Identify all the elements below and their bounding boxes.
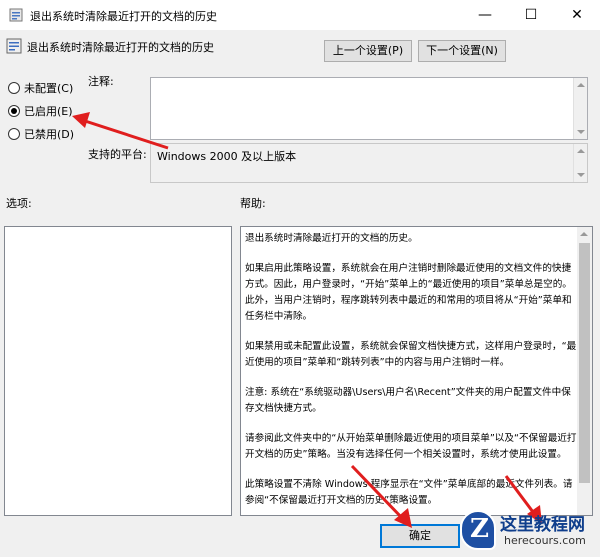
- platform-scrollbar[interactable]: [573, 144, 587, 182]
- radio-enabled-circle[interactable]: [8, 105, 20, 117]
- comment-textarea[interactable]: [150, 77, 588, 140]
- policy-app-icon: [9, 8, 23, 22]
- ok-button[interactable]: 确定: [380, 524, 460, 548]
- help-paragraph: 请参阅此文件夹中的“从开始菜单删除最近使用的项目菜单”以及“不保留最近打开文档的…: [245, 433, 577, 460]
- radio-enabled[interactable]: 已启用(E): [8, 103, 73, 119]
- logo-cn-text: 这里教程网: [500, 515, 585, 535]
- comment-label: 注释:: [88, 75, 114, 88]
- platform-value: Windows 2000 及以上版本: [157, 150, 297, 163]
- help-scrollbar[interactable]: [577, 227, 592, 515]
- help-paragraph: 如果禁用或未配置此设置，系统就会保留文档快捷方式，这样用户登录时，“最近使用的项…: [245, 341, 577, 368]
- help-paragraph: 如果启用此策略设置，系统就会在用户注销时删除最近使用的文档文件的快捷方式。因此，…: [245, 263, 572, 322]
- platform-field: Windows 2000 及以上版本: [150, 143, 588, 183]
- help-label: 帮助:: [240, 197, 266, 210]
- radio-enabled-label: 已启用(E): [24, 105, 73, 118]
- radio-disabled-label: 已禁用(D): [24, 128, 75, 141]
- logo-letter: Z: [470, 514, 489, 544]
- comment-scrollbar[interactable]: [573, 78, 587, 139]
- platform-label: 支持的平台:: [88, 148, 147, 161]
- scroll-up-icon[interactable]: [580, 232, 588, 236]
- options-panel: [4, 226, 232, 516]
- logo-badge-icon: Z: [460, 510, 496, 550]
- scroll-up-icon[interactable]: [577, 149, 585, 153]
- close-button[interactable]: ✕: [554, 0, 600, 30]
- help-paragraph: 退出系统时清除最近打开的文档的历史。: [245, 233, 418, 244]
- policy-title: 退出系统时清除最近打开的文档的历史: [27, 41, 214, 54]
- window-title: 退出系统时清除最近打开的文档的历史: [30, 10, 217, 23]
- options-label: 选项:: [6, 197, 32, 210]
- next-setting-button[interactable]: 下一个设置(N): [418, 40, 506, 62]
- help-panel: 退出系统时清除最近打开的文档的历史。 如果启用此策略设置，系统就会在用户注销时删…: [240, 226, 593, 516]
- previous-setting-button[interactable]: 上一个设置(P): [324, 40, 412, 62]
- watermark-logo: Z 这里教程网 herecours.com: [452, 506, 598, 554]
- help-scroll-thumb[interactable]: [579, 243, 590, 483]
- scroll-up-icon[interactable]: [577, 83, 585, 87]
- help-text: 退出系统时清除最近打开的文档的历史。 如果启用此策略设置，系统就会在用户注销时删…: [245, 231, 577, 515]
- logo-en-text: herecours.com: [504, 534, 586, 547]
- radio-disabled-circle[interactable]: [8, 128, 20, 140]
- title-bar: 退出系统时清除最近打开的文档的历史 — ☐ ✕: [0, 0, 600, 30]
- maximize-button[interactable]: ☐: [508, 0, 554, 30]
- radio-not-configured-circle[interactable]: [8, 82, 20, 94]
- scroll-down-icon[interactable]: [577, 173, 585, 177]
- radio-not-configured-label: 未配置(C): [24, 82, 74, 95]
- help-paragraph: 此策略设置不清除 Windows 程序显示在“文件”菜单底部的最近文件列表。请参…: [245, 479, 573, 506]
- scroll-down-icon[interactable]: [577, 130, 585, 134]
- help-paragraph: 注意: 系统在“系统驱动器\Users\用户名\Recent”文件夹的用户配置文…: [245, 387, 571, 414]
- radio-disabled[interactable]: 已禁用(D): [8, 126, 74, 142]
- minimize-button[interactable]: —: [462, 0, 508, 30]
- policy-setting-icon: [6, 38, 22, 54]
- radio-not-configured[interactable]: 未配置(C): [8, 80, 73, 96]
